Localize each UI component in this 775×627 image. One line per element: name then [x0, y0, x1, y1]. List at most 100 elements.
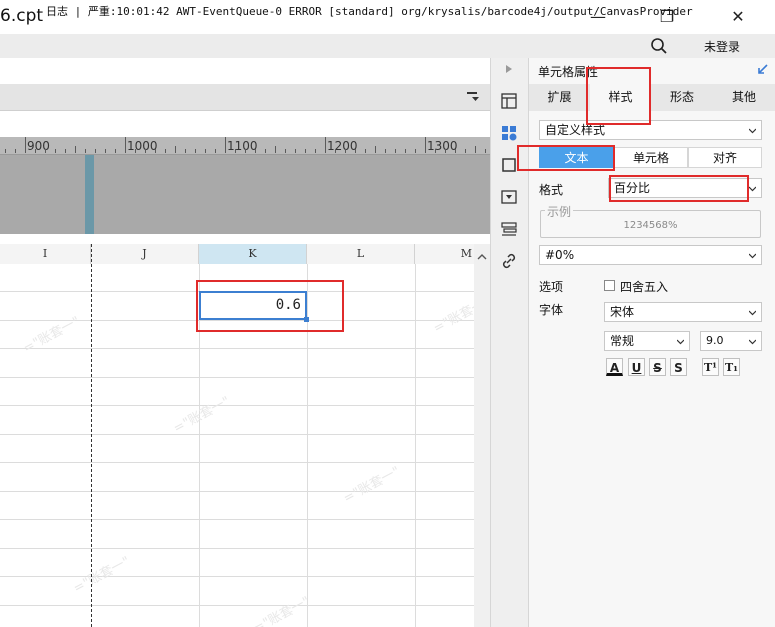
- cell-attributes-icon[interactable]: [500, 124, 518, 142]
- ruler-minor-tick: [15, 149, 16, 153]
- shadow-button[interactable]: S: [670, 358, 687, 376]
- chevron-down-icon: [749, 128, 756, 134]
- ruler-minor-tick: [295, 149, 296, 153]
- column-header-j[interactable]: J: [91, 244, 199, 264]
- ruler-minor-tick: [245, 149, 246, 153]
- grid-row-line: [0, 519, 490, 520]
- chevron-down-icon: [749, 339, 756, 345]
- ruler-minor-tick: [175, 146, 176, 153]
- page-break-line: [91, 244, 92, 627]
- login-link[interactable]: 未登录: [704, 38, 740, 55]
- ruler-minor-tick: [335, 149, 336, 153]
- font-family-select[interactable]: 宋体: [604, 302, 762, 322]
- ruler-minor-tick: [25, 146, 26, 153]
- expand-panel-icon[interactable]: [757, 63, 769, 75]
- ruler-minor-tick: [305, 149, 306, 153]
- subscript-button[interactable]: T₁: [723, 358, 740, 376]
- table-layout-icon[interactable]: [500, 92, 518, 110]
- ruler-minor-tick: [105, 149, 106, 153]
- toolbar-strip: [0, 58, 490, 84]
- ruler-minor-tick: [435, 149, 436, 153]
- toolbar-strip-secondary: [0, 84, 490, 111]
- tab-form[interactable]: 形态: [651, 84, 713, 111]
- canvas-position-marker[interactable]: [85, 155, 94, 234]
- border-icon[interactable]: [500, 156, 518, 174]
- grid-row-line: [0, 605, 490, 606]
- grid-row-line: [0, 548, 490, 549]
- ruler-minor-tick: [265, 149, 266, 153]
- highlight-format-select: [609, 175, 749, 202]
- rounding-label[interactable]: 四舍五入: [620, 278, 668, 295]
- ruler-minor-tick: [355, 149, 356, 153]
- ruler-minor-tick: [375, 146, 376, 153]
- design-canvas[interactable]: [0, 155, 490, 234]
- subtab-cell[interactable]: 单元格: [614, 147, 688, 168]
- ruler-minor-tick: [485, 149, 486, 153]
- ruler-minor-tick: [395, 149, 396, 153]
- vertical-scrollbar[interactable]: [474, 244, 490, 627]
- strikethrough-button[interactable]: S: [649, 358, 666, 376]
- log-message[interactable]: 日志 | 严重:10:01:42 AWT-EventQueue-0 ERROR …: [46, 3, 693, 19]
- watermark: ="账套一": [251, 594, 313, 627]
- rounding-checkbox[interactable]: [604, 280, 615, 291]
- search-icon[interactable]: [650, 37, 668, 55]
- highlight-selected-cell: [196, 280, 344, 332]
- ruler-minor-tick: [215, 149, 216, 153]
- tab-expand[interactable]: 扩展: [529, 84, 590, 111]
- ruler-minor-tick: [65, 149, 66, 153]
- ruler-minor-tick: [95, 149, 96, 153]
- ruler-minor-tick: [145, 149, 146, 153]
- ruler-minor-tick: [315, 149, 316, 153]
- example-value: 1234568%: [623, 220, 678, 231]
- ruler-minor-tick: [125, 146, 126, 153]
- ruler-minor-tick: [325, 146, 326, 153]
- ruler-label: 1200: [327, 139, 358, 153]
- ruler-label: 900: [27, 139, 50, 153]
- collapse-arrow-icon[interactable]: [503, 62, 515, 76]
- window-title: 6.cpt: [0, 6, 44, 26]
- subtab-align[interactable]: 对齐: [688, 147, 762, 168]
- font-label: 字体: [539, 303, 564, 317]
- ruler-minor-tick: [455, 149, 456, 153]
- column-header-k[interactable]: K: [199, 244, 307, 264]
- property-icon-strip: [490, 58, 529, 627]
- ruler-minor-tick: [415, 149, 416, 153]
- widget-icon[interactable]: [500, 188, 518, 206]
- column-header-i[interactable]: I: [0, 244, 91, 264]
- ruler-minor-tick: [475, 146, 476, 153]
- condition-attribute-icon[interactable]: [500, 220, 518, 238]
- ruler-minor-tick: [35, 149, 36, 153]
- font-style-select[interactable]: 常规: [604, 331, 690, 351]
- grid-row-line: [0, 462, 490, 463]
- chevron-down-icon: [749, 310, 756, 316]
- ruler-minor-tick: [365, 149, 366, 153]
- tab-other[interactable]: 其他: [713, 84, 775, 111]
- chevron-up-icon[interactable]: [474, 249, 490, 265]
- font-color-button[interactable]: A: [606, 358, 623, 376]
- ruler-minor-tick: [405, 149, 406, 153]
- ruler-minor-tick: [285, 149, 286, 153]
- close-button[interactable]: ✕: [725, 4, 751, 30]
- ruler-minor-tick: [345, 149, 346, 153]
- ruler-minor-tick: [185, 149, 186, 153]
- ruler-minor-tick: [165, 149, 166, 153]
- pattern-select[interactable]: #0%: [539, 245, 762, 265]
- toolbar-overflow-icon[interactable]: [466, 90, 480, 104]
- underline-button[interactable]: U: [628, 358, 645, 376]
- highlight-text-subtab: [517, 145, 615, 171]
- options-label: 选项: [539, 280, 564, 294]
- formula-area: [0, 111, 490, 137]
- font-size-value: 9.0: [706, 334, 724, 347]
- font-size-select[interactable]: 9.0: [700, 331, 762, 351]
- column-header-m[interactable]: M: [415, 244, 477, 264]
- hyperlink-icon[interactable]: [500, 252, 518, 270]
- superscript-button[interactable]: T¹: [702, 358, 719, 376]
- chevron-down-icon: [749, 253, 756, 259]
- ruler-minor-tick: [45, 149, 46, 153]
- ruler-minor-tick: [135, 149, 136, 153]
- ruler-minor-tick: [425, 146, 426, 153]
- column-header-l[interactable]: L: [307, 244, 415, 264]
- font-family-value: 宋体: [610, 305, 635, 319]
- example-legend: 示例: [545, 203, 574, 220]
- watermark: ="账套一": [341, 464, 403, 507]
